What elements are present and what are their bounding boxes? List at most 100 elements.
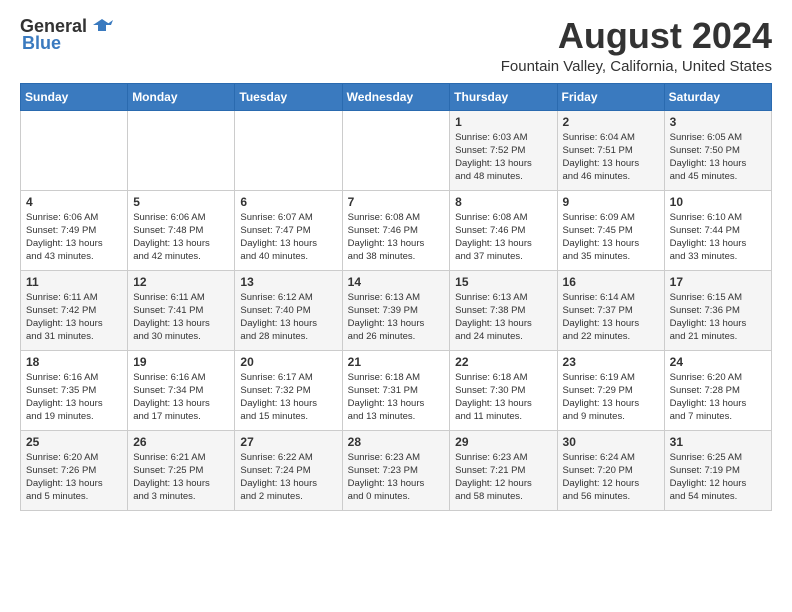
logo: General Blue <box>20 16 113 54</box>
calendar-cell: 8 Sunrise: 6:08 AM Sunset: 7:46 PM Daylig… <box>450 190 557 270</box>
day-info: Sunrise: 6:13 AM Sunset: 7:39 PM Dayligh… <box>348 291 445 344</box>
day-number: 21 <box>348 355 445 369</box>
day-info: Sunrise: 6:03 AM Sunset: 7:52 PM Dayligh… <box>455 131 551 184</box>
calendar-cell: 30 Sunrise: 6:24 AM Sunset: 7:20 PM Dayli… <box>557 430 664 510</box>
calendar-table: SundayMondayTuesdayWednesdayThursdayFrid… <box>20 83 772 511</box>
day-info: Sunrise: 6:15 AM Sunset: 7:36 PM Dayligh… <box>670 291 766 344</box>
day-info: Sunrise: 6:04 AM Sunset: 7:51 PM Dayligh… <box>563 131 659 184</box>
day-info: Sunrise: 6:08 AM Sunset: 7:46 PM Dayligh… <box>348 211 445 264</box>
day-info: Sunrise: 6:24 AM Sunset: 7:20 PM Dayligh… <box>563 451 659 504</box>
calendar-cell: 31Sunrise: 6:25 AM Sunset: 7:19 PM Dayli… <box>664 430 771 510</box>
day-number: 6 <box>240 195 336 209</box>
day-info: Sunrise: 6:19 AM Sunset: 7:29 PM Dayligh… <box>563 371 659 424</box>
day-info: Sunrise: 6:23 AM Sunset: 7:23 PM Dayligh… <box>348 451 445 504</box>
day-info: Sunrise: 6:21 AM Sunset: 7:25 PM Dayligh… <box>133 451 229 504</box>
calendar-cell: 6 Sunrise: 6:07 AM Sunset: 7:47 PM Daylig… <box>235 190 342 270</box>
calendar-cell: 16Sunrise: 6:14 AM Sunset: 7:37 PM Dayli… <box>557 270 664 350</box>
calendar-cell: 9 Sunrise: 6:09 AM Sunset: 7:45 PM Daylig… <box>557 190 664 270</box>
weekday-header-wednesday: Wednesday <box>342 83 450 110</box>
calendar-cell: 4Sunrise: 6:06 AM Sunset: 7:49 PM Daylig… <box>21 190 128 270</box>
day-number: 27 <box>240 435 336 449</box>
month-title: August 2024 <box>501 16 772 56</box>
day-info: Sunrise: 6:10 AM Sunset: 7:44 PM Dayligh… <box>670 211 766 264</box>
day-number: 18 <box>26 355 122 369</box>
day-info: Sunrise: 6:20 AM Sunset: 7:28 PM Dayligh… <box>670 371 766 424</box>
day-info: Sunrise: 6:09 AM Sunset: 7:45 PM Dayligh… <box>563 211 659 264</box>
calendar-cell: 22Sunrise: 6:18 AM Sunset: 7:30 PM Dayli… <box>450 350 557 430</box>
calendar-cell <box>342 110 450 190</box>
calendar-cell: 29Sunrise: 6:23 AM Sunset: 7:21 PM Dayli… <box>450 430 557 510</box>
day-number: 4 <box>26 195 122 209</box>
day-number: 20 <box>240 355 336 369</box>
day-info: Sunrise: 6:11 AM Sunset: 7:41 PM Dayligh… <box>133 291 229 344</box>
day-number: 19 <box>133 355 229 369</box>
day-number: 26 <box>133 435 229 449</box>
logo-blue: Blue <box>20 33 61 54</box>
calendar-cell <box>235 110 342 190</box>
calendar-cell: 2 Sunrise: 6:04 AM Sunset: 7:51 PM Daylig… <box>557 110 664 190</box>
calendar-cell: 12 Sunrise: 6:11 AM Sunset: 7:41 PM Dayli… <box>128 270 235 350</box>
calendar-cell: 19Sunrise: 6:16 AM Sunset: 7:34 PM Dayli… <box>128 350 235 430</box>
calendar-cell: 23Sunrise: 6:19 AM Sunset: 7:29 PM Dayli… <box>557 350 664 430</box>
day-info: Sunrise: 6:17 AM Sunset: 7:32 PM Dayligh… <box>240 371 336 424</box>
calendar-cell: 13 Sunrise: 6:12 AM Sunset: 7:40 PM Dayli… <box>235 270 342 350</box>
calendar-week-2: 4Sunrise: 6:06 AM Sunset: 7:49 PM Daylig… <box>21 190 772 270</box>
day-info: Sunrise: 6:20 AM Sunset: 7:26 PM Dayligh… <box>26 451 122 504</box>
day-number: 31 <box>670 435 766 449</box>
calendar-cell: 3Sunrise: 6:05 AM Sunset: 7:50 PM Daylig… <box>664 110 771 190</box>
calendar-cell: 10 Sunrise: 6:10 AM Sunset: 7:44 PM Dayli… <box>664 190 771 270</box>
calendar-cell: 5 Sunrise: 6:06 AM Sunset: 7:48 PM Daylig… <box>128 190 235 270</box>
title-area: August 2024 Fountain Valley, California,… <box>501 16 772 75</box>
page-header: General Blue August 2024 Fountain Valley… <box>20 16 772 75</box>
location: Fountain Valley, California, United Stat… <box>501 58 772 75</box>
day-info: Sunrise: 6:11 AM Sunset: 7:42 PM Dayligh… <box>26 291 122 344</box>
day-number: 10 <box>670 195 766 209</box>
day-number: 2 <box>563 115 659 129</box>
day-info: Sunrise: 6:06 AM Sunset: 7:48 PM Dayligh… <box>133 211 229 264</box>
day-number: 22 <box>455 355 551 369</box>
calendar-cell: 7 Sunrise: 6:08 AM Sunset: 7:46 PM Daylig… <box>342 190 450 270</box>
calendar-cell: 17 Sunrise: 6:15 AM Sunset: 7:36 PM Dayli… <box>664 270 771 350</box>
day-info: Sunrise: 6:14 AM Sunset: 7:37 PM Dayligh… <box>563 291 659 344</box>
day-number: 13 <box>240 275 336 289</box>
day-number: 28 <box>348 435 445 449</box>
calendar-week-1: 1 Sunrise: 6:03 AM Sunset: 7:52 PM Daylig… <box>21 110 772 190</box>
day-number: 3 <box>670 115 766 129</box>
calendar-cell: 28 Sunrise: 6:23 AM Sunset: 7:23 PM Dayli… <box>342 430 450 510</box>
day-info: Sunrise: 6:12 AM Sunset: 7:40 PM Dayligh… <box>240 291 336 344</box>
calendar-cell: 26 Sunrise: 6:21 AM Sunset: 7:25 PM Dayli… <box>128 430 235 510</box>
day-number: 5 <box>133 195 229 209</box>
day-number: 7 <box>348 195 445 209</box>
day-number: 8 <box>455 195 551 209</box>
day-number: 1 <box>455 115 551 129</box>
day-number: 17 <box>670 275 766 289</box>
calendar-week-3: 11 Sunrise: 6:11 AM Sunset: 7:42 PM Dayli… <box>21 270 772 350</box>
calendar-cell: 20 Sunrise: 6:17 AM Sunset: 7:32 PM Dayli… <box>235 350 342 430</box>
day-number: 11 <box>26 275 122 289</box>
calendar-week-4: 18 Sunrise: 6:16 AM Sunset: 7:35 PM Dayli… <box>21 350 772 430</box>
day-info: Sunrise: 6:08 AM Sunset: 7:46 PM Dayligh… <box>455 211 551 264</box>
day-info: Sunrise: 6:16 AM Sunset: 7:35 PM Dayligh… <box>26 371 122 424</box>
day-info: Sunrise: 6:13 AM Sunset: 7:38 PM Dayligh… <box>455 291 551 344</box>
day-number: 29 <box>455 435 551 449</box>
day-info: Sunrise: 6:22 AM Sunset: 7:24 PM Dayligh… <box>240 451 336 504</box>
weekday-header-friday: Friday <box>557 83 664 110</box>
weekday-header-monday: Monday <box>128 83 235 110</box>
day-info: Sunrise: 6:07 AM Sunset: 7:47 PM Dayligh… <box>240 211 336 264</box>
weekday-header-row: SundayMondayTuesdayWednesdayThursdayFrid… <box>21 83 772 110</box>
calendar-cell: 14Sunrise: 6:13 AM Sunset: 7:39 PM Dayli… <box>342 270 450 350</box>
weekday-header-saturday: Saturday <box>664 83 771 110</box>
calendar-cell <box>128 110 235 190</box>
day-number: 24 <box>670 355 766 369</box>
calendar-cell: 15Sunrise: 6:13 AM Sunset: 7:38 PM Dayli… <box>450 270 557 350</box>
calendar-cell: 18 Sunrise: 6:16 AM Sunset: 7:35 PM Dayli… <box>21 350 128 430</box>
day-number: 9 <box>563 195 659 209</box>
day-number: 30 <box>563 435 659 449</box>
calendar-cell: 21Sunrise: 6:18 AM Sunset: 7:31 PM Dayli… <box>342 350 450 430</box>
calendar-week-5: 25 Sunrise: 6:20 AM Sunset: 7:26 PM Dayli… <box>21 430 772 510</box>
calendar-cell: 25 Sunrise: 6:20 AM Sunset: 7:26 PM Dayli… <box>21 430 128 510</box>
weekday-header-tuesday: Tuesday <box>235 83 342 110</box>
day-number: 12 <box>133 275 229 289</box>
day-number: 25 <box>26 435 122 449</box>
calendar-cell: 1 Sunrise: 6:03 AM Sunset: 7:52 PM Daylig… <box>450 110 557 190</box>
